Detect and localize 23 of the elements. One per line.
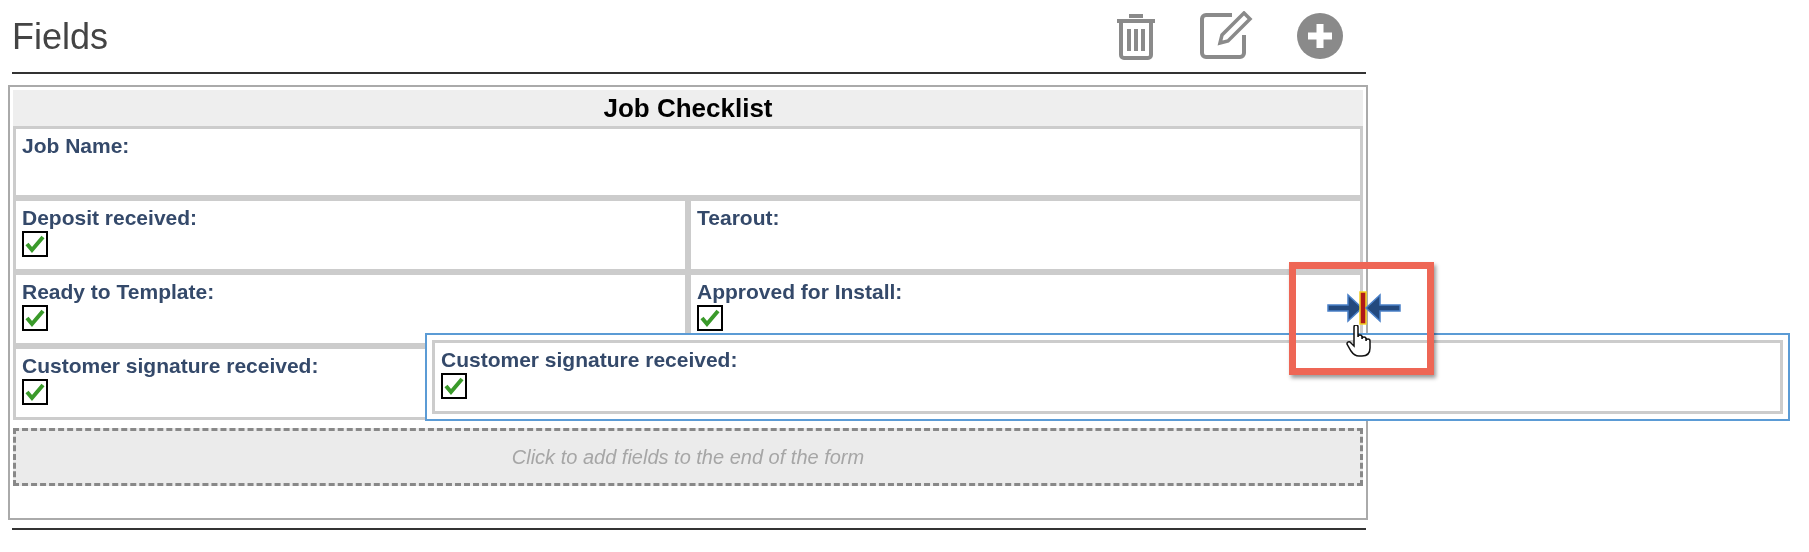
checkbox[interactable] <box>441 373 467 399</box>
field-label: Job Name: <box>22 133 130 159</box>
hand-cursor-icon <box>1346 325 1372 357</box>
field-label: Customer signature received: <box>22 353 319 379</box>
checkbox[interactable] <box>22 305 48 331</box>
form-field[interactable]: Ready to Template: <box>13 272 688 346</box>
add-icon[interactable] <box>1296 12 1344 60</box>
form-field[interactable]: Deposit received: <box>13 198 688 272</box>
page-title: Fields <box>12 19 109 55</box>
form-field[interactable]: Job Name: <box>13 126 1363 198</box>
checkbox[interactable] <box>22 379 48 405</box>
trash-icon[interactable] <box>1114 11 1158 61</box>
field-label: Deposit received: <box>22 205 198 231</box>
merge-arrows-icon[interactable] <box>1326 291 1402 325</box>
field-label: Approved for Install: <box>697 279 903 305</box>
dragged-field[interactable]: Customer signature received: <box>425 333 1790 421</box>
field-label: Customer signature received: <box>441 347 738 373</box>
field-label: Ready to Template: <box>22 279 215 305</box>
checkbox[interactable] <box>697 305 723 331</box>
form-field[interactable]: Tearout: <box>688 198 1363 272</box>
form-title: Job Checklist <box>13 90 1363 126</box>
field-label: Tearout: <box>697 205 780 231</box>
checkbox[interactable] <box>22 231 48 257</box>
